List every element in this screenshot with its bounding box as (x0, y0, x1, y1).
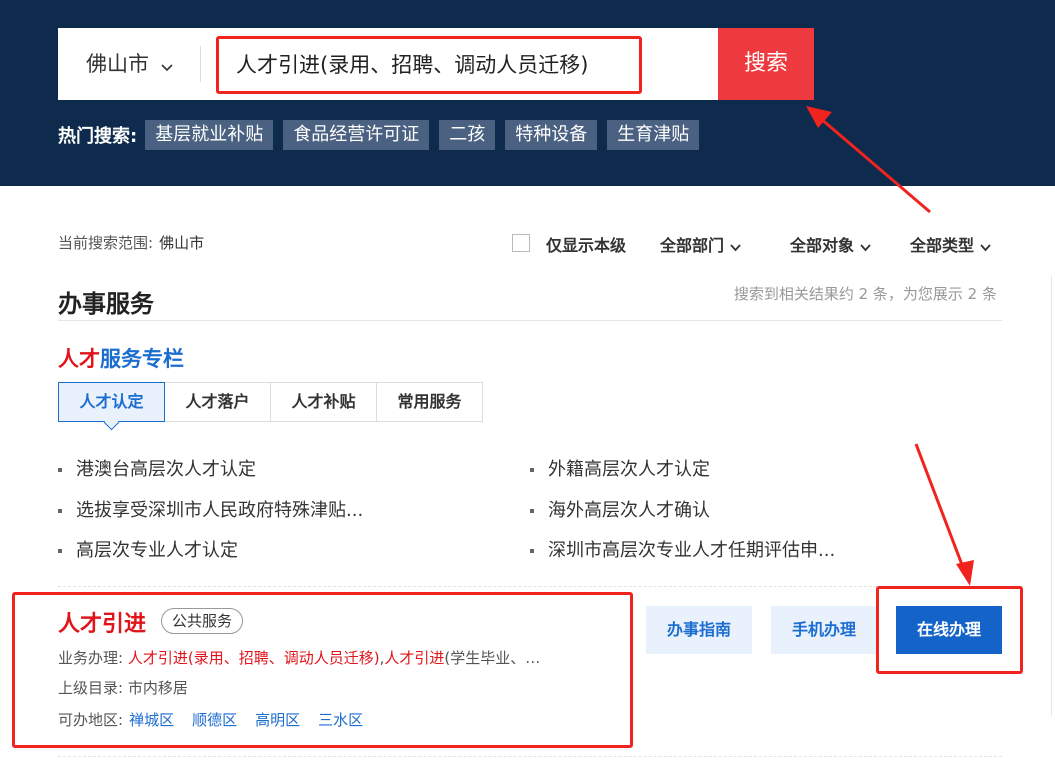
annotation-arrow-icon (914, 443, 974, 586)
annotation-arrow-icon (806, 106, 931, 214)
tab-talent-certification[interactable]: 人才认定 (58, 382, 165, 422)
